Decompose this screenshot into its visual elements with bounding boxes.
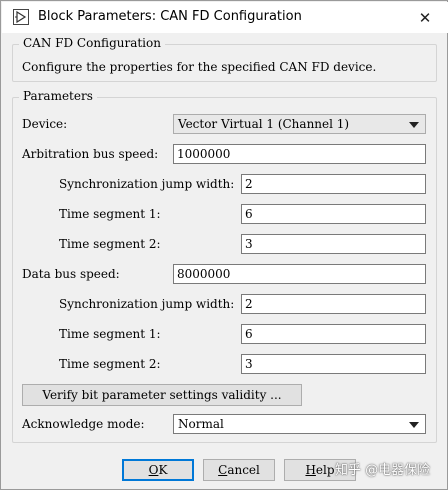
window-title: Block Parameters: CAN FD Configuration xyxy=(38,9,302,24)
description-text: Configure the properties for the specifi… xyxy=(22,60,377,74)
data-sjw-input[interactable]: 2 xyxy=(241,294,426,314)
cancel-mnemonic: C xyxy=(218,463,228,477)
chevron-down-icon xyxy=(409,422,419,428)
help-mnemonic: H xyxy=(305,463,316,477)
data-sjw-label: Synchronization jump width: xyxy=(59,297,235,311)
arbitration-speed-input[interactable]: 1000000 xyxy=(173,144,426,164)
watermark: 知乎 @电器保险 xyxy=(335,463,431,478)
verify-settings-button[interactable]: Verify bit parameter settings validity .… xyxy=(22,384,302,406)
cancel-label-rest: ancel xyxy=(227,463,260,477)
arbitration-ts1-label: Time segment 1: xyxy=(59,207,161,221)
acknowledge-mode-value: Normal xyxy=(178,417,224,431)
chevron-down-icon xyxy=(409,122,419,128)
block-parameters-icon xyxy=(13,9,29,25)
help-label-rest: elp xyxy=(315,463,335,477)
arbitration-ts2-label: Time segment 2: xyxy=(59,237,161,251)
acknowledge-mode-label: Acknowledge mode: xyxy=(22,417,145,431)
arbitration-sjw-input[interactable]: 2 xyxy=(241,174,426,194)
title-bar: Block Parameters: CAN FD Configuration ✕ xyxy=(2,2,448,33)
arbitration-sjw-label: Synchronization jump width: xyxy=(59,177,235,191)
data-ts1-label: Time segment 1: xyxy=(59,327,161,341)
ok-button[interactable]: OK xyxy=(122,459,194,481)
data-ts2-input[interactable]: 3 xyxy=(241,354,426,374)
description-group-title: CAN FD Configuration xyxy=(19,36,165,50)
arbitration-speed-label: Arbitration bus speed: xyxy=(22,147,159,161)
ok-label-rest: K xyxy=(158,463,168,477)
parameters-group-title: Parameters xyxy=(19,89,97,103)
data-ts2-label: Time segment 2: xyxy=(59,357,161,371)
acknowledge-mode-select[interactable]: Normal xyxy=(173,414,426,434)
device-select-value: Vector Virtual 1 (Channel 1) xyxy=(178,117,350,131)
data-speed-label: Data bus speed: xyxy=(22,267,120,281)
data-ts1-input[interactable]: 6 xyxy=(241,324,426,344)
cancel-button[interactable]: Cancel xyxy=(203,459,275,481)
device-select[interactable]: Vector Virtual 1 (Channel 1) xyxy=(173,114,426,134)
device-label: Device: xyxy=(22,117,68,131)
close-icon[interactable]: ✕ xyxy=(402,2,448,33)
arbitration-ts1-input[interactable]: 6 xyxy=(241,204,426,224)
description-group: CAN FD Configuration Configure the prope… xyxy=(12,36,437,82)
block-parameters-dialog: Block Parameters: CAN FD Configuration ✕… xyxy=(0,0,448,490)
data-speed-input[interactable]: 8000000 xyxy=(173,264,426,284)
ok-mnemonic: O xyxy=(148,463,159,477)
arbitration-ts2-input[interactable]: 3 xyxy=(241,234,426,254)
